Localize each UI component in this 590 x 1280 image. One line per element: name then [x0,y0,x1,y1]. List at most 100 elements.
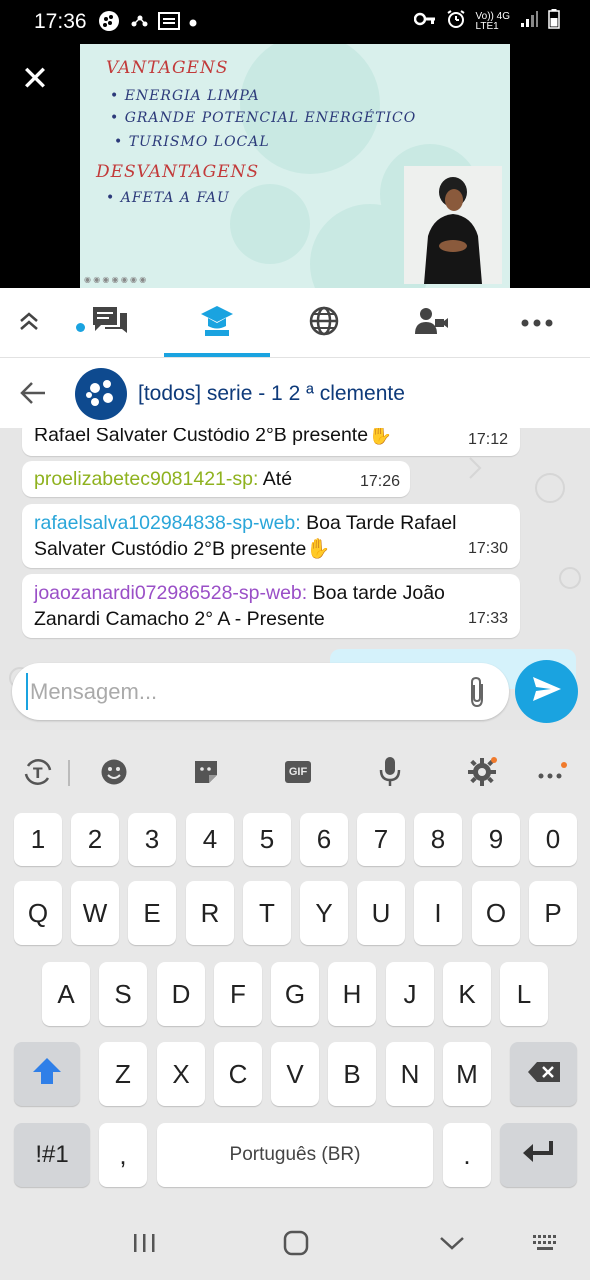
shift-key[interactable] [14,1042,80,1106]
keyboard-switch-button[interactable] [526,1230,566,1260]
key-r[interactable]: R [186,881,234,945]
message-username[interactable]: joaozanardi072986528-sp-web: [34,582,307,604]
key-2[interactable]: 2 [71,813,119,866]
battery-icon [548,9,560,34]
key-w[interactable]: W [71,881,119,945]
key-z[interactable]: Z [99,1042,147,1106]
home-icon [283,1230,309,1261]
slide-decoration [230,184,310,264]
key-4[interactable]: 4 [186,813,234,866]
mic-icon[interactable] [372,754,408,790]
settings-icon[interactable] [464,754,500,790]
home-button[interactable] [276,1230,316,1260]
comma-key[interactable]: , [99,1123,147,1187]
gif-icon[interactable]: GIF [280,754,316,790]
key-s[interactable]: S [99,962,147,1026]
status-time: 17:36 [34,10,87,33]
tab-class[interactable] [164,288,270,358]
key-q[interactable]: Q [14,881,62,945]
slide-heading: DESVANTAGENS [96,162,260,182]
key-k[interactable]: K [443,962,491,1026]
key-c[interactable]: C [214,1042,262,1106]
video-player[interactable]: ✕ VANTAGENS • ENERGIA LIMPA • GRANDE POT… [0,44,590,288]
message-time: 17:26 [359,473,400,490]
key-i[interactable]: I [414,881,462,945]
key-u[interactable]: U [357,881,405,945]
space-key[interactable]: Português (BR) [157,1123,433,1187]
send-button[interactable] [515,660,578,723]
symbols-key[interactable]: !#1 [14,1123,90,1187]
more-dots-icon [521,314,553,332]
message-input[interactable] [26,673,446,710]
key-b[interactable]: B [328,1042,376,1106]
key-0[interactable]: 0 [529,813,577,866]
key-m[interactable]: M [443,1042,491,1106]
message-text: Rafael Salvater Custódio 2°B presente✋ [34,428,393,446]
key-d[interactable]: D [157,962,205,1026]
close-icon[interactable]: ✕ [20,62,50,96]
chat-bubbles-icon [91,305,129,342]
tab-web[interactable] [282,288,366,358]
slide-controls[interactable]: ◉ ◉ ◉ ◉ ◉ ◉ ◉ [84,275,146,284]
key-v[interactable]: V [271,1042,319,1106]
toolbar-divider [68,760,70,786]
message-username[interactable]: proelizabetec9081421-sp: [34,468,258,490]
room-title[interactable]: [todos] serie - 1 2 ª clemente [138,382,405,406]
recent-apps-button[interactable] [124,1230,164,1260]
key-l[interactable]: L [500,962,548,1026]
key-a[interactable]: A [42,962,90,1026]
tab-more[interactable] [495,288,579,358]
key-g[interactable]: G [271,962,319,1026]
alarm-icon [446,9,466,34]
signal-icon [520,10,538,33]
more-icon[interactable] [534,754,570,790]
app-notification-icon [98,10,120,37]
svg-text:T: T [33,766,43,782]
key-t[interactable]: T [243,881,291,945]
key-9[interactable]: 9 [472,813,520,866]
paperclip-icon[interactable] [465,675,489,709]
key-y[interactable]: Y [300,881,348,945]
backspace-key[interactable] [510,1042,577,1106]
shift-arrow-icon [31,1056,63,1093]
key-1[interactable]: 1 [14,813,62,866]
slide-line: • TURISMO LOCAL [114,134,270,150]
back-arrow-icon[interactable] [18,378,48,408]
message-time: 17:33 [467,610,508,627]
network-label: Vo)) 4G LTE1 [475,10,510,32]
enter-key[interactable] [500,1123,577,1187]
key-8[interactable]: 8 [414,813,462,866]
chevron-down-icon [439,1235,465,1256]
key-j[interactable]: J [386,962,434,1026]
key-o[interactable]: O [472,881,520,945]
message-username[interactable]: rafaelsalva102984838-sp-web: [34,512,301,534]
tab-chat[interactable] [68,288,152,358]
key-7[interactable]: 7 [357,813,405,866]
period-key[interactable]: . [443,1123,491,1187]
chat-header: [todos] serie - 1 2 ª clemente [0,358,590,428]
emoji-icon[interactable] [96,754,132,790]
key-3[interactable]: 3 [128,813,176,866]
key-6[interactable]: 6 [300,813,348,866]
key-p[interactable]: P [529,881,577,945]
key-5[interactable]: 5 [243,813,291,866]
tab-video-call[interactable] [389,288,473,358]
double-chevron-up-icon [18,310,40,337]
key-n[interactable]: N [386,1042,434,1106]
sticker-icon[interactable] [188,754,224,790]
notification-icons [98,10,198,37]
text-mode-icon[interactable]: T [20,754,56,790]
key-h[interactable]: H [328,962,376,1026]
key-f[interactable]: F [214,962,262,1026]
graduation-cap-icon [200,304,234,343]
tab-bar [0,288,590,358]
key-e[interactable]: E [128,881,176,945]
tab-collapse[interactable] [0,288,71,358]
app-notification-icon [128,10,150,37]
enter-icon [521,1139,557,1172]
key-x[interactable]: X [157,1042,205,1106]
system-status-icons: Vo)) 4G LTE1 [413,9,560,34]
recent-apps-icon [132,1232,156,1259]
back-button[interactable] [432,1230,472,1260]
room-avatar[interactable] [75,368,127,420]
